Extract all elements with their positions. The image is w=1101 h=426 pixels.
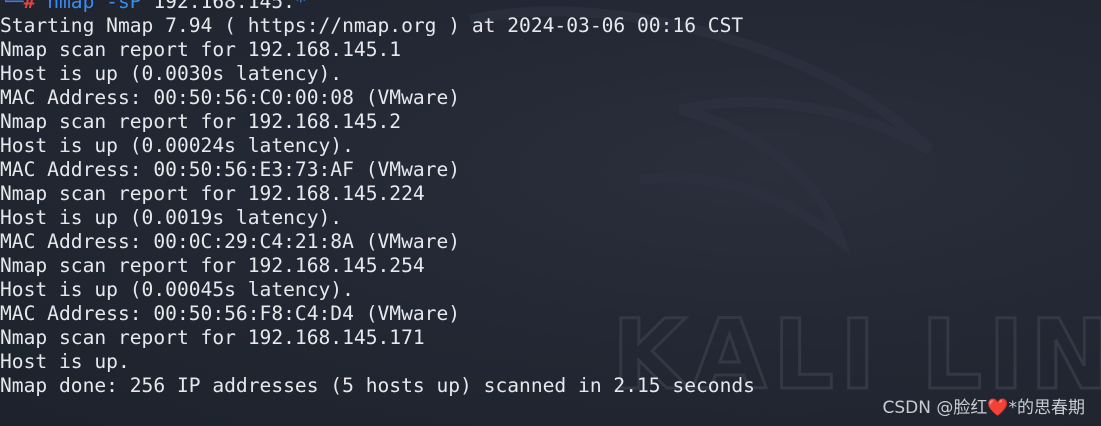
output-line: Host is up (0.0019s latency). [0, 206, 343, 229]
output-line: Nmap scan report for 192.168.145.171 [0, 326, 425, 349]
output-line: MAC Address: 00:50:56:C0:00:08 (VMware) [0, 86, 461, 109]
command-name: nmap [47, 0, 95, 13]
command-target: 192.168.145. [153, 0, 295, 13]
output-line: Nmap scan report for 192.168.145.2 [0, 110, 402, 133]
prompt-hash: # [23, 0, 36, 13]
output-line: Nmap scan report for 192.168.145.224 [0, 182, 425, 205]
csdn-watermark: CSDN @脸红❤️*的思春期 [882, 398, 1085, 418]
output-line: Nmap scan report for 192.168.145.254 [0, 254, 425, 277]
output-line: MAC Address: 00:0C:29:C4:21:8A (VMware) [0, 230, 461, 253]
command-target-wildcard: * [294, 0, 307, 13]
output-line: MAC Address: 00:50:56:E3:73:AF (VMware) [0, 158, 461, 181]
prompt-line: └─# nmap -sP 192.168.145.* [0, 0, 755, 14]
output-line: Host is up (0.00024s latency). [0, 134, 354, 157]
terminal-window[interactable]: KALI LINUX └─# nmap -sP 192.168.145.* St… [0, 0, 1101, 426]
output-line: Starting Nmap 7.94 ( https://nmap.org ) … [0, 14, 744, 37]
output-line: Nmap done: 256 IP addresses (5 hosts up)… [0, 374, 755, 397]
output-line: Host is up. [0, 350, 130, 373]
output-line: Host is up (0.00045s latency). [0, 278, 354, 301]
terminal-output: └─# nmap -sP 192.168.145.* Starting Nmap… [0, 0, 755, 398]
output-line: Host is up (0.0030s latency). [0, 62, 343, 85]
output-line: Nmap scan report for 192.168.145.1 [0, 38, 402, 61]
command-flag: -sP [106, 0, 142, 13]
prompt-corner: └─ [0, 0, 24, 13]
output-line: MAC Address: 00:50:56:F8:C4:D4 (VMware) [0, 302, 461, 325]
